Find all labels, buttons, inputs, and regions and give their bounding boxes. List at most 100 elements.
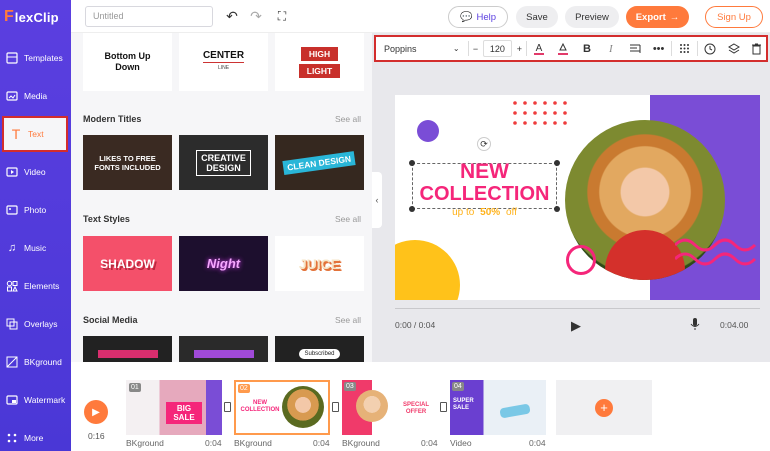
sidebar-item-label: BKground: [24, 357, 62, 367]
templates-icon: [6, 52, 18, 64]
see-all-link[interactable]: See all: [335, 315, 361, 325]
sidebar-item-watermark[interactable]: Watermark: [0, 382, 71, 418]
sidebar-item-label: Text: [28, 129, 44, 139]
text-template-tile[interactable]: Subscribed: [275, 336, 364, 362]
clip-type: BKground: [126, 438, 164, 448]
layers-icon[interactable]: [722, 37, 746, 60]
timeline-clip[interactable]: 01 BIG SALE: [126, 380, 222, 435]
svg-text:A: A: [536, 43, 543, 54]
tile-text: SHADOW: [100, 256, 155, 271]
section-title: Social Media: [83, 315, 138, 325]
clock-icon[interactable]: [698, 37, 722, 60]
text-template-tile[interactable]: CLEAN DESIGN: [275, 135, 364, 190]
project-title-input[interactable]: Untitled: [85, 6, 213, 27]
export-button[interactable]: Export →: [626, 6, 689, 28]
tile-text: Night: [206, 256, 241, 271]
text-color-icon[interactable]: A: [527, 37, 551, 60]
clip-number: 03: [344, 382, 356, 391]
grid-icon[interactable]: [672, 37, 698, 60]
microphone-icon[interactable]: [690, 317, 700, 336]
tile-text: HIGH: [300, 46, 339, 61]
clip-title: NEW COLLECTION: [240, 400, 280, 413]
scrubber-track[interactable]: [395, 308, 760, 309]
rotate-icon[interactable]: ⟳: [477, 137, 491, 151]
italic-icon[interactable]: I: [599, 37, 623, 60]
preview-button[interactable]: Preview: [565, 6, 619, 28]
sidebar-item-more[interactable]: More: [0, 420, 71, 451]
text-template-tile[interactable]: HIGH LIGHT: [275, 33, 364, 91]
save-button[interactable]: Save: [516, 6, 558, 28]
timeline-clip[interactable]: 04 SUPER SALE: [450, 380, 546, 435]
arrow-right-icon: →: [669, 11, 680, 23]
yellow-circle: [395, 240, 460, 300]
signup-button[interactable]: Sign Up: [705, 6, 763, 28]
headline-text[interactable]: NEW COLLECTION: [412, 161, 557, 206]
timeline-clip[interactable]: 03 SPECIAL OFFER: [342, 380, 438, 435]
fullscreen-icon[interactable]: ⛶: [274, 8, 290, 24]
text-icon: T: [11, 126, 21, 142]
sidebar-item-templates[interactable]: Templates: [0, 40, 71, 76]
sidebar-item-media[interactable]: Media: [0, 78, 71, 114]
more-icon[interactable]: •••: [647, 37, 671, 60]
redo-icon[interactable]: ↷: [248, 8, 264, 24]
current-time: 0:00 / 0:04: [395, 320, 436, 330]
trash-icon[interactable]: [746, 37, 766, 60]
logo-mark: F: [4, 8, 14, 25]
video-stage[interactable]: ⟳ NEW COLLECTION up to 50% off: [395, 95, 760, 300]
plus-icon: +: [595, 398, 613, 417]
text-template-tile[interactable]: [179, 336, 268, 362]
text-template-tile[interactable]: JUICE: [275, 236, 364, 291]
bold-icon[interactable]: B: [575, 37, 599, 60]
sidebar-item-bkground[interactable]: BKground: [0, 344, 71, 380]
sidebar-item-photo[interactable]: Photo: [0, 192, 71, 228]
transition-icon[interactable]: [224, 402, 231, 412]
clip-title: SPECIAL OFFER: [402, 402, 429, 415]
photo-icon: [6, 204, 18, 216]
sidebar-item-label: Video: [24, 167, 46, 177]
red-jacket: [605, 230, 685, 280]
transition-icon[interactable]: [332, 402, 339, 412]
flexclip-logo[interactable]: F lexClip: [4, 6, 68, 28]
clip-photo: [356, 390, 388, 422]
sidebar-item-label: Watermark: [24, 395, 66, 405]
video-icon: [6, 166, 18, 178]
clip-number: 01: [129, 383, 141, 392]
more-grid-icon: [6, 432, 18, 444]
align-icon[interactable]: [623, 37, 647, 60]
sidebar-item-elements[interactable]: Elements: [0, 268, 71, 304]
text-template-tile[interactable]: CENTER LINE: [179, 33, 268, 91]
timeline-clip-selected[interactable]: 02 NEW COLLECTION: [234, 380, 330, 435]
subline-text[interactable]: up to 50% off: [412, 207, 557, 218]
help-button[interactable]: 💬 Help: [448, 6, 508, 28]
clip-number: 04: [452, 382, 464, 391]
sidebar-item-overlays[interactable]: Overlays: [0, 306, 71, 342]
text-template-tile[interactable]: LIKES TO FREE FONTS INCLUDED: [83, 135, 172, 190]
play-icon[interactable]: ▶: [571, 318, 581, 334]
transition-icon[interactable]: [440, 402, 447, 412]
text-template-tile[interactable]: CREATIVE DESIGN: [179, 135, 268, 190]
font-size-input[interactable]: 120: [482, 40, 513, 57]
text-template-tile[interactable]: SHADOW: [83, 236, 172, 291]
sidebar-item-video[interactable]: Video: [0, 154, 71, 190]
text-toolbar: Poppins ⌄ − 120 + A B I •••: [374, 35, 768, 62]
undo-icon[interactable]: ↶: [224, 8, 240, 24]
font-family-select[interactable]: Poppins ⌄: [376, 37, 468, 60]
see-all-link[interactable]: See all: [335, 214, 361, 224]
sidebar-item-label: Media: [24, 91, 48, 101]
sidebar-item-text[interactable]: T Text: [2, 116, 68, 152]
font-size-increase-button[interactable]: +: [512, 37, 526, 60]
timeline-play-button[interactable]: ▶: [84, 400, 108, 424]
tile-text: LINE: [202, 62, 245, 74]
text-template-tile[interactable]: Night: [179, 236, 268, 291]
collapse-panel-handle[interactable]: ‹: [372, 172, 382, 228]
clip-title: SUPER SALE: [453, 398, 474, 411]
highlight-icon[interactable]: [551, 37, 575, 60]
add-clip-button[interactable]: +: [556, 380, 652, 435]
font-size-decrease-button[interactable]: −: [469, 37, 483, 60]
see-all-link[interactable]: See all: [335, 114, 361, 124]
tile-text: CLEAN DESIGN: [282, 150, 357, 175]
text-template-tile[interactable]: Bottom Up Down: [83, 33, 172, 91]
sidebar-item-music[interactable]: ♫ Music: [0, 230, 71, 266]
text-template-tile[interactable]: [83, 336, 172, 362]
clip-duration: 0:04: [529, 438, 546, 448]
